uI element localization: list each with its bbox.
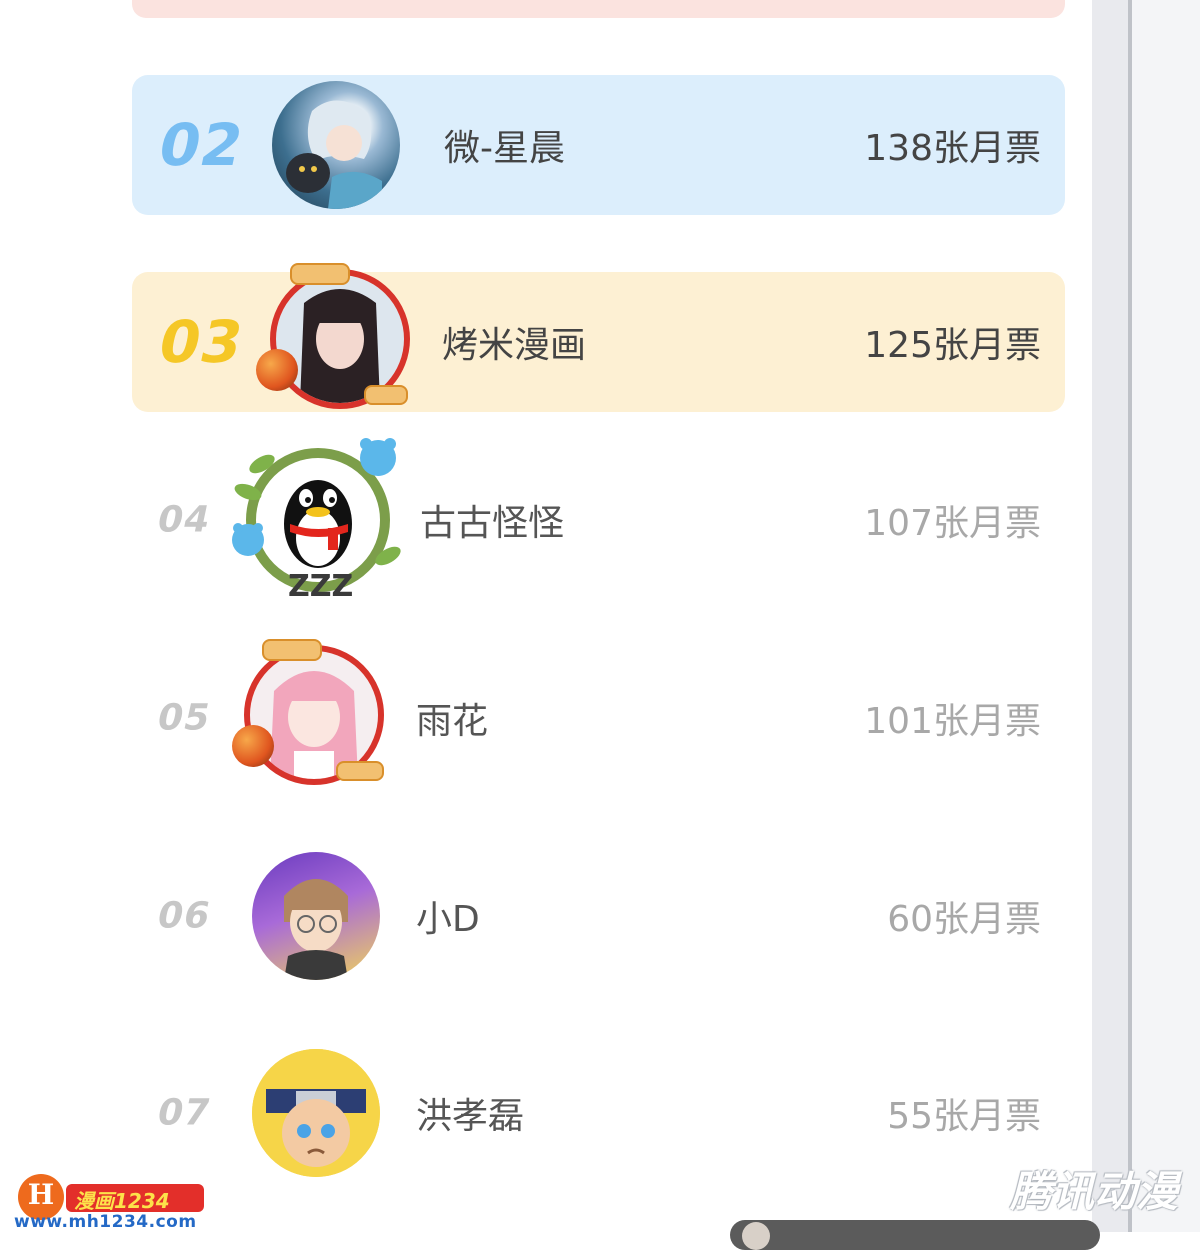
rank-number: 04 <box>153 499 215 541</box>
rank-1-card-partial <box>132 0 1065 18</box>
leaderboard-row[interactable]: 05 雨花 101张月票 <box>132 639 1065 788</box>
user-name: 洪孝磊 <box>416 1096 525 1137</box>
tencent-comic-watermark: 腾讯动漫 <box>1009 1167 1178 1216</box>
user-name: 烤米漫画 <box>442 325 587 366</box>
mh1234-badge-text: 漫画1234 <box>74 1189 170 1213</box>
frame-tag-decoration <box>290 263 350 285</box>
leaderboard-row[interactable]: 07 洪孝磊 55张月票 <box>132 1043 1065 1183</box>
frame-tag-decoration <box>336 761 384 781</box>
leaderboard-row[interactable]: 06 小D 60张月票 <box>132 846 1065 986</box>
mh1234-watermark: H 漫画1234 www.mh1234.com <box>14 1172 204 1232</box>
avatar[interactable]: ZZZ <box>228 436 404 604</box>
mh1234-url: www.mh1234.com <box>14 1212 197 1232</box>
avatar[interactable] <box>232 639 392 793</box>
frame-orb-decoration <box>232 725 274 767</box>
anime-boy-avatar-icon <box>272 81 400 209</box>
leaderboard-row[interactable]: 03 烤米漫画 125张月票 <box>132 263 1065 412</box>
vote-count: 55张月票 <box>887 1096 1041 1137</box>
user-name: 微-星晨 <box>444 128 565 169</box>
sidebar-fill <box>1132 0 1200 1232</box>
frame-tag-decoration <box>262 639 322 661</box>
frame-tag-decoration <box>364 385 408 405</box>
mh1234-badge: 漫画1234 <box>66 1184 204 1213</box>
vote-count: 107张月票 <box>864 503 1041 544</box>
avatar[interactable] <box>252 852 380 980</box>
leaderboard-row[interactable]: 02 微-星晨 138张月票 <box>132 75 1065 215</box>
rank-number: 06 <box>153 895 215 937</box>
user-name: 古古怪怪 <box>420 503 565 544</box>
user-name: 雨花 <box>416 701 489 742</box>
vote-count: 60张月票 <box>887 899 1041 940</box>
leaderboard-row[interactable]: 04 ZZZ 古古怪怪 107张月票 <box>132 438 1065 604</box>
avatar[interactable] <box>252 1049 380 1177</box>
vote-count: 125张月票 <box>864 325 1041 366</box>
user-name: 小D <box>416 899 480 940</box>
rank-number: 05 <box>153 697 215 739</box>
glasses-boy-avatar-icon <box>252 852 380 980</box>
naruto-avatar-icon <box>252 1049 380 1177</box>
monthly-ticket-leaderboard: 02 微-星晨 138张月票 03 烤米漫画 125张月票 04 ZZZ 古古怪… <box>0 0 1092 1232</box>
rank-number: 03 <box>152 308 250 376</box>
mh1234-logo-letter: H <box>27 1178 55 1211</box>
frame-orb-decoration <box>256 349 298 391</box>
avatar[interactable] <box>256 263 416 417</box>
bubble-avatar <box>742 1222 770 1250</box>
vote-count: 101张月票 <box>864 701 1041 742</box>
avatar[interactable] <box>272 81 400 209</box>
svg-text:ZZZ: ZZZ <box>288 569 353 604</box>
bear-frame-decoration-icon: ZZZ <box>232 438 401 604</box>
vote-count: 138张月票 <box>864 128 1041 169</box>
rank-number: 07 <box>153 1092 215 1134</box>
rank-number: 02 <box>152 111 250 179</box>
bottom-input-bubble[interactable] <box>730 1220 1100 1250</box>
